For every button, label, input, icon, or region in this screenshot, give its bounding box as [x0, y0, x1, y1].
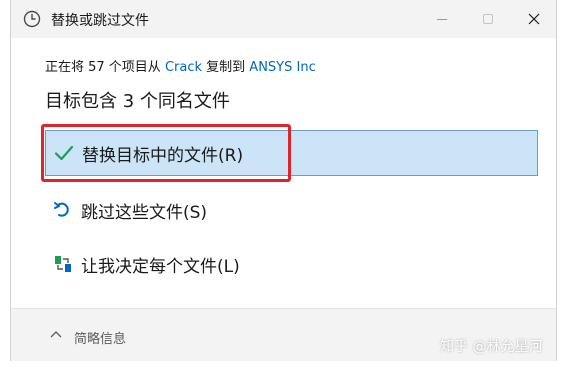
- skip-files-label: 跳过这些文件(S): [81, 202, 208, 223]
- checkmark-icon: [54, 143, 74, 163]
- close-icon: [528, 13, 540, 25]
- skip-files-option[interactable]: 跳过这些文件(S): [45, 187, 538, 233]
- copy-status-text: 正在将 57 个项目从 Crack 复制到 ANSYS Inc: [45, 56, 316, 75]
- destination-folder-link[interactable]: ANSYS Inc: [249, 60, 315, 75]
- maximize-button[interactable]: [465, 0, 511, 38]
- minimize-icon: [437, 18, 447, 20]
- decide-each-file-label: 让我决定每个文件(L): [81, 256, 240, 277]
- maximize-icon: [483, 14, 493, 24]
- decide-each-file-option[interactable]: 让我决定每个文件(L): [45, 241, 538, 287]
- chevron-up-icon[interactable]: [49, 328, 63, 342]
- compare-files-icon: [53, 254, 73, 274]
- dialog-content: 正在将 57 个项目从 Crack 复制到 ANSYS Inc 目标包含 3 个…: [11, 38, 556, 308]
- close-button[interactable]: [511, 0, 557, 38]
- minimize-button[interactable]: [419, 0, 465, 38]
- watermark-text: 知乎 @林允星河: [440, 339, 543, 355]
- title-bar: 替换或跳过文件: [11, 0, 556, 38]
- source-folder-link[interactable]: Crack: [165, 60, 202, 75]
- replace-files-option[interactable]: 替换目标中的文件(R): [45, 130, 538, 176]
- conflict-heading: 目标包含 3 个同名文件: [45, 91, 230, 112]
- subtitle-prefix: 正在将 57 个项目从: [45, 60, 165, 75]
- replace-or-skip-dialog: 替换或跳过文件 正在将 57 个项目从 Crack 复制到 ANSYS Inc …: [10, 0, 557, 361]
- clock-icon: [23, 10, 41, 28]
- skip-arrow-icon: [53, 200, 73, 220]
- fewer-details-toggle[interactable]: 简略信息: [74, 328, 126, 347]
- window-title: 替换或跳过文件: [51, 13, 149, 29]
- replace-files-label: 替换目标中的文件(R): [82, 145, 244, 166]
- subtitle-mid: 复制到: [202, 60, 250, 75]
